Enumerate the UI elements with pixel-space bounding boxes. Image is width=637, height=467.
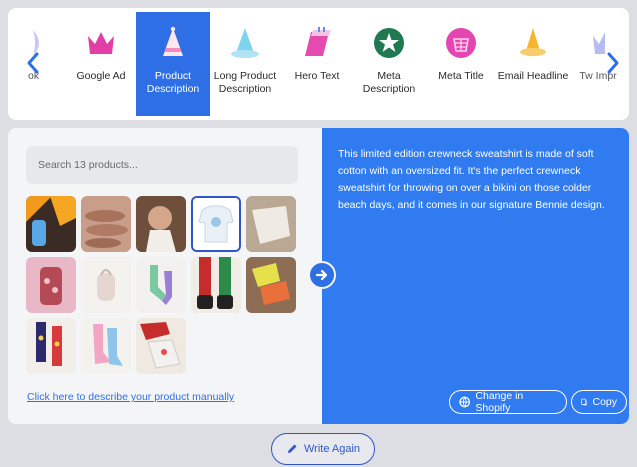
arrow-right-icon bbox=[315, 269, 328, 281]
write-again-button[interactable]: Write Again bbox=[271, 433, 375, 465]
copy-label: Copy bbox=[592, 396, 617, 408]
tool-meta-description[interactable]: Meta Description bbox=[352, 12, 426, 116]
tool-google-ad[interactable]: Google Ad bbox=[64, 12, 138, 116]
starburst-icon bbox=[373, 26, 405, 60]
copy-button[interactable]: Copy bbox=[571, 390, 627, 414]
cone-hat-icon bbox=[229, 26, 261, 60]
describe-manually-link[interactable]: Click here to describe your product manu… bbox=[27, 391, 234, 403]
product-thumb[interactable] bbox=[136, 257, 186, 313]
scroll-right-button[interactable] bbox=[604, 48, 622, 78]
write-again-label: Write Again bbox=[303, 443, 361, 455]
product-thumb[interactable] bbox=[246, 257, 296, 313]
tool-hero-text[interactable]: Hero Text bbox=[280, 12, 354, 116]
product-thumb[interactable] bbox=[246, 196, 296, 252]
tool-email-headline[interactable]: Email Headline bbox=[496, 12, 570, 116]
tool-label: ok bbox=[28, 70, 40, 82]
tool-meta-title[interactable]: Meta Title bbox=[424, 12, 498, 116]
cutoff-icon bbox=[11, 26, 43, 60]
product-thumb[interactable] bbox=[26, 257, 76, 313]
tool-long-product-description[interactable]: Long Product Description bbox=[208, 12, 282, 116]
sliced-cake-icon bbox=[301, 26, 333, 60]
tool-label: Long Product Description bbox=[213, 70, 277, 95]
product-thumb-selected[interactable] bbox=[191, 196, 241, 252]
product-thumb[interactable] bbox=[26, 196, 76, 252]
product-thumb[interactable] bbox=[81, 318, 131, 374]
generated-output-panel: This limited edition crewneck sweatshirt… bbox=[322, 128, 629, 424]
tool-label: Hero Text bbox=[294, 70, 340, 82]
change-in-shopify-label: Change in Shopify bbox=[475, 390, 524, 414]
chevron-right-icon bbox=[607, 52, 619, 74]
tool-product-description[interactable]: Product Description bbox=[136, 12, 210, 116]
generate-arrow-button[interactable] bbox=[308, 261, 336, 289]
product-thumb[interactable] bbox=[136, 196, 186, 252]
tool-label: Meta Description bbox=[362, 70, 416, 95]
generated-description: This limited edition crewneck sweatshirt… bbox=[338, 148, 605, 211]
tool-label: Google Ad bbox=[76, 70, 126, 82]
product-thumb[interactable] bbox=[81, 257, 131, 313]
product-thumb[interactable] bbox=[26, 318, 76, 374]
tool-label: Meta Title bbox=[438, 70, 484, 82]
tool-label: Product Description bbox=[146, 70, 200, 95]
main-panel: Click here to describe your product manu… bbox=[8, 128, 629, 424]
product-picker: Click here to describe your product manu… bbox=[8, 128, 322, 424]
crown-icon bbox=[85, 26, 117, 60]
change-in-shopify-button[interactable]: Change in Shopify bbox=[449, 390, 567, 414]
tool-selector-bar: ok Google Ad Product Description Long Pr… bbox=[8, 8, 629, 120]
product-thumb[interactable] bbox=[191, 257, 241, 313]
pencil-icon bbox=[287, 444, 297, 453]
tool-label: Email Headline bbox=[497, 70, 569, 82]
gift-icon bbox=[445, 26, 477, 60]
copy-icon bbox=[581, 398, 588, 406]
party-hat-icon bbox=[157, 26, 189, 60]
product-thumb[interactable] bbox=[81, 196, 131, 252]
globe-icon bbox=[459, 396, 471, 408]
tool-cutoff-left[interactable]: ok bbox=[8, 12, 64, 116]
bell-cone-icon bbox=[517, 26, 549, 60]
product-thumb[interactable] bbox=[136, 318, 186, 374]
search-input[interactable] bbox=[26, 146, 298, 184]
